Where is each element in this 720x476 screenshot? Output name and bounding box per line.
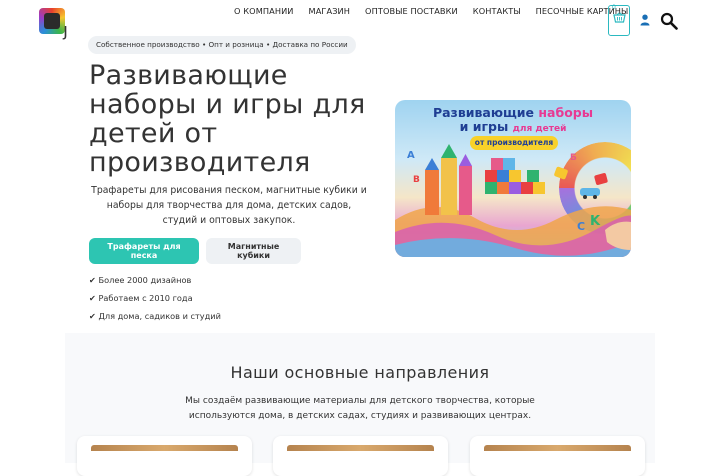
logo-mark-decoration: ȷ (63, 20, 69, 41)
hero-tagline: Собственное производство • Опт и розница… (88, 36, 356, 54)
card-image (287, 445, 434, 451)
hero-title: Развивающие наборы и игры для детей от п… (89, 60, 366, 178)
basket-icon (613, 12, 626, 23)
direction-card[interactable] (77, 436, 252, 476)
section-title: Наши основные направления (230, 363, 490, 382)
hero-image: Развивающие наборы и игры для детей от п… (395, 100, 631, 257)
feature-item: ✔ Работаем с 2010 года (89, 293, 193, 303)
nav-item-about[interactable]: О КОМПАНИИ (234, 6, 294, 16)
directions-section: Наши основные направления Мы создаём раз… (65, 333, 655, 476)
sand-stencils-button[interactable]: Трафареты для песка (89, 238, 199, 264)
direction-card[interactable] (273, 436, 448, 476)
feature-item: ✔ Для дома, садиков и студий (89, 311, 221, 321)
nav-item-shop[interactable]: МАГАЗИН (309, 6, 351, 16)
svg-text:B: B (413, 175, 420, 185)
feature-item: ✔ Более 2000 дизайнов (89, 275, 192, 285)
cart-count-badge: 0 (612, 4, 616, 11)
hero-description: Трафареты для рисования песком, магнитны… (91, 185, 367, 226)
magnetic-cubes-button[interactable]: Магнитные кубики (206, 238, 301, 264)
svg-text:C: C (577, 220, 585, 233)
section-description: Мы создаём развивающие материалы для дет… (185, 396, 535, 421)
svg-text:A: A (407, 150, 415, 161)
toys-illustration: A B Б K C (395, 144, 631, 257)
main-nav: О КОМПАНИИ МАГАЗИН ОПТОВЫЕ ПОСТАВКИ КОНТ… (234, 6, 643, 16)
user-icon[interactable] (640, 14, 650, 26)
card-image (484, 445, 631, 451)
svg-text:K: K (590, 214, 601, 229)
search-icon[interactable] (660, 12, 678, 30)
nav-item-contacts[interactable]: КОНТАКТЫ (473, 6, 521, 16)
features-list: ✔ Более 2000 дизайнов ✔ Работаем с 2010 … (89, 273, 221, 327)
card-image (91, 445, 238, 451)
svg-text:Б: Б (570, 153, 577, 163)
cart-button[interactable]: 0 (608, 4, 630, 36)
nav-item-wholesale[interactable]: ОПТОВЫЕ ПОСТАВКИ (365, 6, 458, 16)
direction-card[interactable] (470, 436, 645, 476)
site-logo[interactable] (39, 8, 65, 34)
